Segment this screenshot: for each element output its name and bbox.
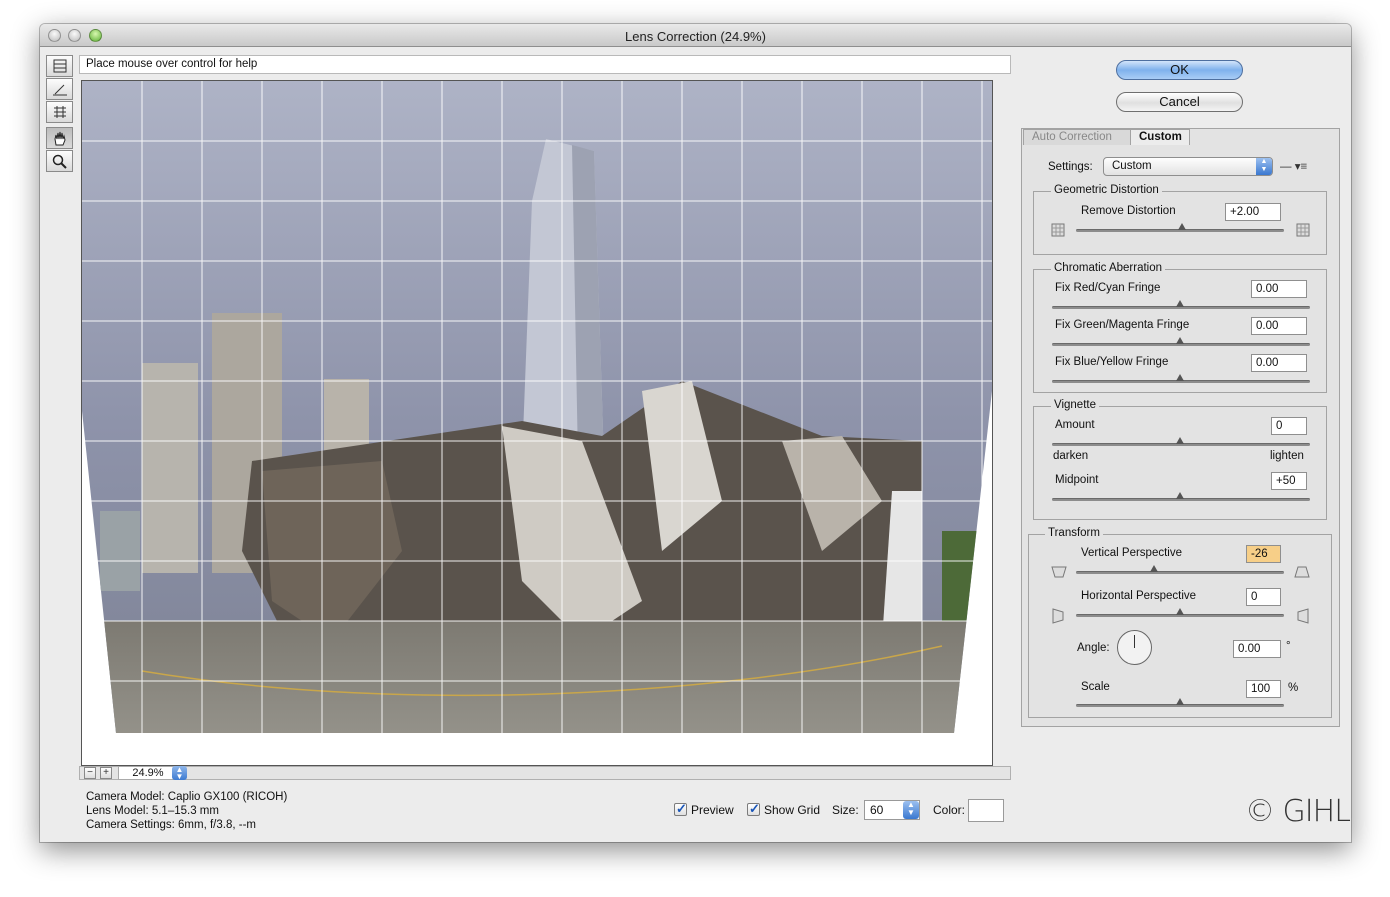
lens-model: Lens Model: 5.1–15.3 mm (86, 805, 219, 817)
settings-menu-icon[interactable]: — ▾≡ (1280, 159, 1307, 173)
lens-correction-window: Lens Correction (24.9%) Place mouse over… (40, 24, 1351, 842)
vertical-perspective-right-icon (1294, 566, 1310, 578)
green-magenta-field[interactable]: 0.00 (1251, 317, 1307, 335)
angle-label: Angle: (1077, 642, 1110, 654)
zoom-strip (79, 766, 1011, 780)
scale-label: Scale (1081, 681, 1110, 693)
horizontal-perspective-label: Horizontal Perspective (1081, 590, 1197, 602)
vertical-perspective-thumb[interactable] (1150, 565, 1158, 572)
horizontal-perspective-left-icon (1052, 608, 1064, 624)
title-bar[interactable]: Lens Correction (24.9%) (40, 24, 1351, 47)
camera-model: Camera Model: Caplio GX100 (RICOH) (86, 791, 288, 803)
midpoint-field[interactable]: +50 (1271, 472, 1307, 490)
zoom-level-field[interactable]: 24.9% (118, 766, 178, 780)
barrel-icon (1296, 223, 1310, 237)
transform-group (1028, 534, 1332, 718)
watermark-logo: © GIHL (1245, 794, 1351, 829)
settings-label: Settings: (1048, 161, 1093, 173)
move-grid-icon (54, 106, 66, 118)
pincushion-icon (1051, 223, 1065, 237)
midpoint-label: Midpoint (1055, 474, 1099, 486)
grid-color-swatch[interactable] (968, 799, 1004, 822)
zoom-in-button[interactable]: + (100, 767, 112, 779)
vertical-perspective-label: Vertical Perspective (1081, 547, 1182, 559)
straighten-tool-button[interactable] (46, 78, 73, 100)
color-label: Color: (933, 803, 966, 817)
hand-tool-button[interactable] (46, 127, 73, 149)
remove-distortion-label: Remove Distortion (1081, 205, 1176, 217)
preview-label: Preview (691, 803, 734, 817)
vignette-amount-thumb[interactable] (1176, 437, 1184, 444)
lighten-label: lighten (1270, 450, 1304, 462)
horizontal-perspective-thumb[interactable] (1176, 608, 1184, 615)
red-cyan-thumb[interactable] (1176, 300, 1184, 307)
chromatic-aberration-title: Chromatic Aberration (1051, 262, 1166, 274)
red-cyan-label: Fix Red/Cyan Fringe (1055, 282, 1161, 294)
help-text-bar: Place mouse over control for help (79, 55, 1011, 74)
zoom-tool-button[interactable] (46, 150, 73, 172)
size-label: Size: (832, 803, 859, 817)
grid-size-stepper[interactable]: ▲ ▼ (903, 801, 919, 819)
move-grid-tool-button[interactable] (46, 101, 73, 123)
green-magenta-label: Fix Green/Magenta Fringe (1055, 319, 1190, 331)
cancel-button[interactable]: Cancel (1116, 92, 1243, 112)
geometric-distortion-title: Geometric Distortion (1051, 184, 1162, 196)
camera-settings: Camera Settings: 6mm, f/3.8, --m (86, 819, 256, 831)
green-magenta-thumb[interactable] (1176, 337, 1184, 344)
preview-checkbox[interactable]: Preview (674, 801, 734, 817)
midpoint-thumb[interactable] (1176, 492, 1184, 499)
zoom-level-stepper[interactable]: ▲ ▼ (172, 766, 187, 781)
blue-yellow-label: Fix Blue/Yellow Fringe (1055, 356, 1169, 368)
scale-field[interactable]: 100 (1246, 680, 1281, 698)
settings-select-arrow-icon[interactable]: ▲ ▼ (1256, 158, 1272, 175)
vertical-perspective-left-icon (1051, 566, 1067, 578)
vertical-perspective-slider[interactable] (1076, 571, 1284, 574)
blue-yellow-thumb[interactable] (1176, 374, 1184, 381)
image-preview[interactable] (81, 80, 993, 766)
angle-field[interactable]: 0.00 (1233, 640, 1281, 658)
preview-check-icon[interactable] (674, 801, 687, 817)
remove-distortion-icon (53, 59, 67, 73)
show-grid-label: Show Grid (764, 803, 821, 817)
tab-custom[interactable]: Custom (1130, 129, 1190, 145)
vignette-amount-label: Amount (1055, 419, 1095, 431)
transform-title: Transform (1045, 527, 1103, 539)
straighten-icon (53, 84, 67, 96)
preview-photo[interactable] (82, 81, 992, 765)
vignette-amount-field[interactable]: 0 (1271, 417, 1307, 435)
tab-auto-correction[interactable]: Auto Correction (1023, 129, 1131, 145)
horizontal-perspective-field[interactable]: 0 (1246, 588, 1281, 606)
show-grid-checkbox[interactable]: Show Grid (747, 801, 821, 817)
zoom-out-button[interactable]: − (84, 767, 96, 779)
ok-button[interactable]: OK (1116, 60, 1243, 80)
zoom-icon (52, 154, 67, 169)
scale-thumb[interactable] (1176, 698, 1184, 705)
remove-distortion-field[interactable]: +2.00 (1225, 203, 1281, 221)
remove-distortion-thumb[interactable] (1178, 223, 1186, 230)
blue-yellow-field[interactable]: 0.00 (1251, 354, 1307, 372)
vertical-perspective-field[interactable]: -26 (1246, 545, 1281, 563)
hand-icon (54, 131, 66, 146)
remove-distortion-tool-button[interactable] (46, 55, 73, 77)
red-cyan-field[interactable]: 0.00 (1251, 280, 1307, 298)
camera-info: Camera Model: Caplio GX100 (RICOH) Lens … (86, 790, 287, 832)
settings-select[interactable]: Custom (1103, 157, 1273, 176)
scale-unit: % (1288, 682, 1299, 694)
angle-unit: ° (1286, 640, 1291, 652)
angle-dial[interactable] (1117, 630, 1152, 665)
window-title: Lens Correction (24.9%) (625, 29, 766, 44)
show-grid-check-icon[interactable] (747, 801, 760, 817)
vignette-title: Vignette (1051, 399, 1099, 411)
darken-label: darken (1053, 450, 1089, 462)
horizontal-perspective-right-icon (1297, 608, 1309, 624)
